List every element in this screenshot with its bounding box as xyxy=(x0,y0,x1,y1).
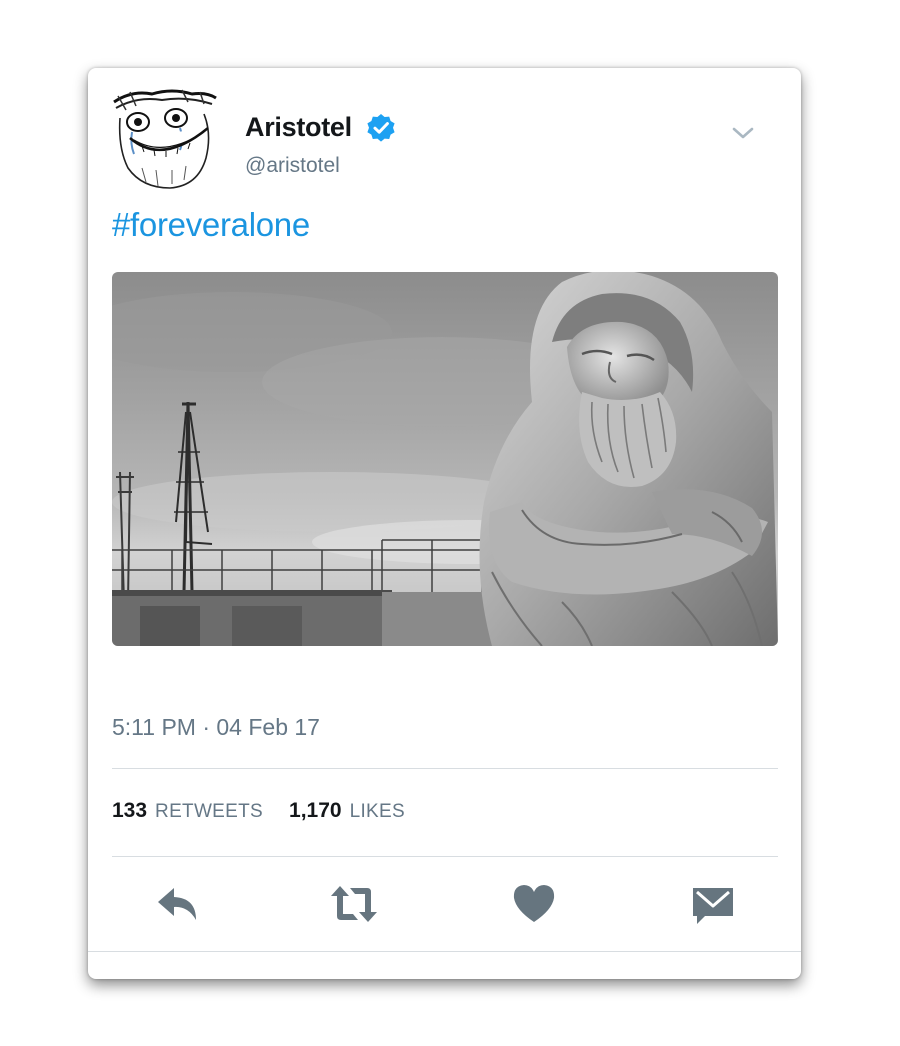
divider xyxy=(112,856,778,857)
user-handle[interactable]: @aristotel xyxy=(245,154,340,178)
reply-icon[interactable] xyxy=(154,880,202,928)
tweet-card: Aristotel @aristotel #foreveralone 5:11 … xyxy=(88,68,801,979)
hashtag-link[interactable]: #foreveralone xyxy=(112,206,310,244)
user-name[interactable]: Aristotel xyxy=(245,112,352,143)
retweets-label[interactable]: RETWEETS xyxy=(155,801,263,822)
direct-message-icon[interactable] xyxy=(689,880,737,928)
divider xyxy=(112,768,778,769)
likes-label[interactable]: LIKES xyxy=(350,801,405,822)
tweet-stats: 133 RETWEETS 1,170 LIKES xyxy=(112,799,431,823)
likes-count[interactable]: 1,170 xyxy=(289,799,342,822)
tweet-media-image[interactable] xyxy=(112,272,778,646)
tweet-timestamp[interactable]: 5:11 PM · 04 Feb 17 xyxy=(112,714,320,741)
divider xyxy=(88,951,801,952)
retweets-count[interactable]: 133 xyxy=(112,799,147,822)
retweet-icon[interactable] xyxy=(330,880,378,928)
verified-badge-icon xyxy=(367,114,395,142)
heart-icon[interactable] xyxy=(510,880,558,928)
avatar[interactable] xyxy=(112,88,218,194)
chevron-down-icon[interactable] xyxy=(731,123,755,143)
